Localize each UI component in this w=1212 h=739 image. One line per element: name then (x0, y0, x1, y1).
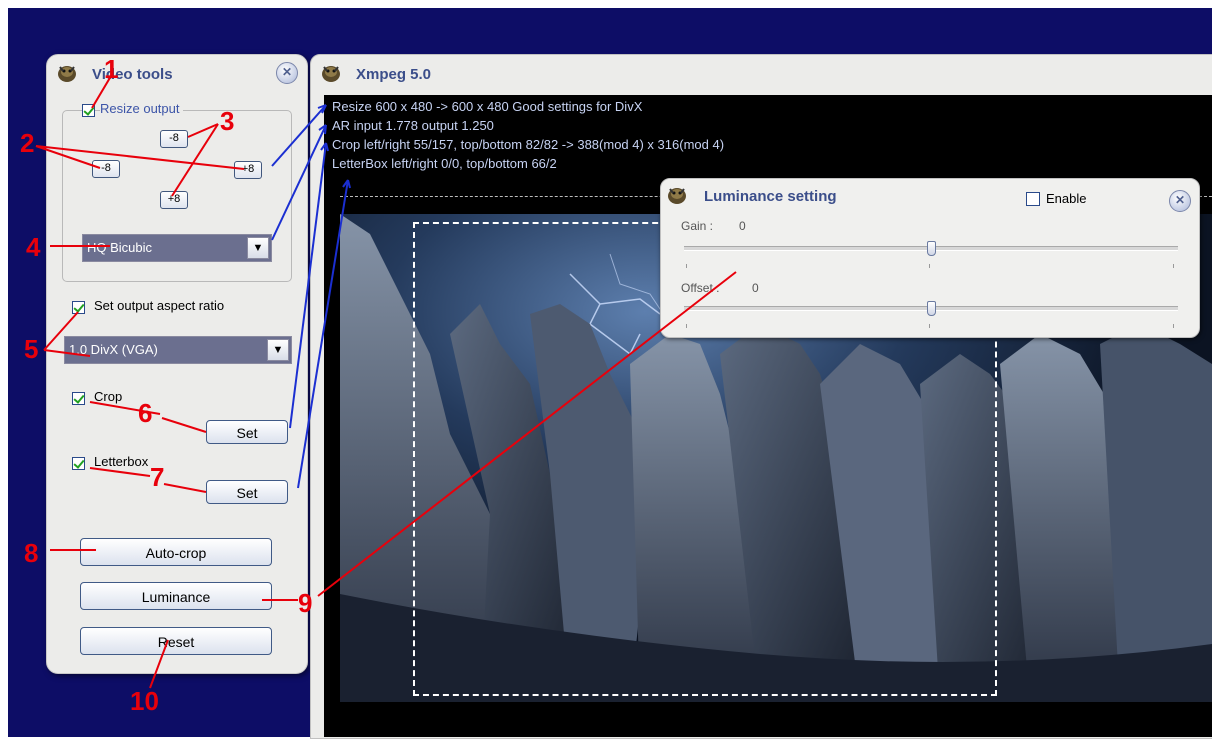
aspect-ratio-value: 1.0 DivX (VGA) (69, 342, 158, 357)
resize-bottom-button[interactable]: +8 (160, 191, 188, 209)
reset-button[interactable]: Reset (80, 627, 272, 655)
chevron-down-icon[interactable]: ▼ (267, 339, 289, 361)
offset-tick-min (686, 324, 687, 328)
chevron-down-icon[interactable]: ▼ (247, 237, 269, 259)
aspect-ratio-checkbox[interactable] (72, 301, 85, 314)
gain-tick-min (686, 264, 687, 268)
xmpeg-app-icon (668, 188, 686, 204)
annotation-8: 8 (24, 538, 39, 568)
annotation-4: 4 (26, 232, 41, 262)
enable-label: Enable (1046, 191, 1087, 206)
enable-checkbox[interactable] (1026, 192, 1040, 206)
gain-tick-mid (929, 264, 930, 268)
auto-crop-button[interactable]: Auto-crop (80, 538, 272, 566)
gain-label: Gain : (681, 219, 714, 233)
offset-value: 0 (752, 281, 759, 295)
xmpeg-app-icon (58, 66, 76, 82)
resize-method-value: HQ Bicubic (87, 240, 153, 255)
video-tools-close-button[interactable]: ✕ (276, 62, 298, 84)
info-crop-line: Crop left/right 55/157, top/bottom 82/82… (332, 137, 725, 152)
resize-right-button[interactable]: +8 (234, 161, 262, 179)
annotation-3: 3 (220, 106, 235, 136)
resize-output-checkbox[interactable] (82, 104, 95, 117)
luminance-dialog-title: Luminance setting (704, 188, 837, 205)
crop-label: Crop (94, 389, 123, 404)
xmpeg-title: Xmpeg 5.0 (356, 66, 432, 83)
annotation-6: 6 (138, 398, 153, 428)
resize-method-dropdown[interactable]: HQ Bicubic ▼ (82, 234, 272, 262)
letterbox-label: Letterbox (94, 454, 149, 469)
gain-value: 0 (739, 219, 746, 233)
gain-slider-thumb[interactable] (926, 241, 936, 256)
resize-left-button[interactable]: -8 (92, 160, 120, 178)
xmpeg-app-icon (322, 66, 340, 82)
letterbox-checkbox[interactable] (72, 457, 85, 470)
crop-set-button[interactable]: Set (206, 420, 288, 444)
gain-tick-max (1173, 264, 1174, 268)
annotation-10: 10 (130, 686, 159, 716)
info-letterbox-line: LetterBox left/right 0/0, top/bottom 66/… (332, 156, 557, 171)
luminance-button[interactable]: Luminance (80, 582, 272, 610)
info-resize-line: Resize 600 x 480 -> 600 x 480 Good setti… (332, 99, 643, 114)
offset-tick-max (1173, 324, 1174, 328)
annotation-5: 5 (24, 334, 39, 364)
letterbox-set-button[interactable]: Set (206, 480, 288, 504)
offset-tick-mid (929, 324, 930, 328)
resize-output-label: Resize output (100, 101, 183, 116)
aspect-ratio-dropdown[interactable]: 1.0 DivX (VGA) ▼ (64, 336, 292, 364)
offset-label: Offset : (681, 281, 720, 295)
luminance-close-button[interactable]: ✕ (1169, 190, 1191, 212)
aspect-ratio-label: Set output aspect ratio (94, 298, 225, 313)
resize-top-button[interactable]: -8 (160, 130, 188, 148)
annotation-1: 1 (104, 54, 119, 84)
annotation-9: 9 (298, 588, 313, 618)
annotation-7: 7 (150, 462, 165, 492)
info-ar-line: AR input 1.778 output 1.250 (332, 118, 494, 133)
crop-checkbox[interactable] (72, 392, 85, 405)
offset-slider-thumb[interactable] (926, 301, 936, 316)
annotation-2: 2 (20, 128, 35, 158)
